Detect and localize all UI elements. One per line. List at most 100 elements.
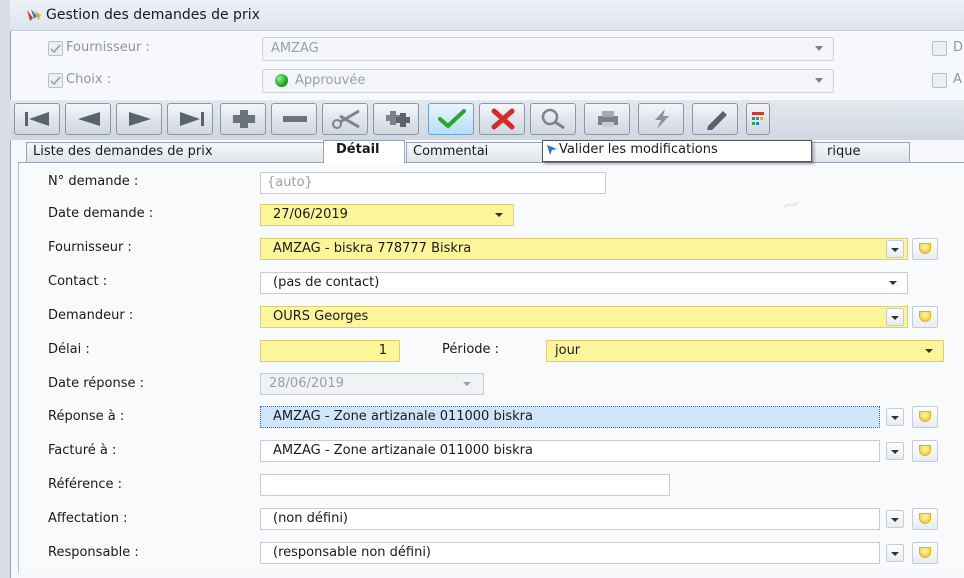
choix-filter-label: Choix : (66, 72, 112, 87)
remove-button[interactable] (271, 103, 317, 135)
fournisseur-combo[interactable]: AMZAG - biskra 778777 Biskra (260, 238, 908, 260)
cut-button[interactable] (322, 103, 368, 135)
lookup-icon (919, 311, 931, 322)
approved-status-icon (275, 74, 288, 87)
last-record-button[interactable] (167, 103, 213, 135)
fournisseur-lookup-button[interactable] (912, 238, 938, 260)
demandeur-combo[interactable]: OURS Georges (260, 306, 908, 328)
chevron-down-icon (891, 416, 899, 420)
tab-bar: Liste des demandes de prix Détail Commen… (14, 140, 964, 163)
responsable-value: (responsable non défini) (273, 545, 432, 560)
fournisseur-value: AMZAG - biskra 778777 Biskra (273, 241, 472, 256)
num-demande-input[interactable]: {auto} (260, 172, 606, 194)
edit-button[interactable] (692, 103, 738, 135)
cancel-button[interactable] (479, 103, 525, 135)
fournisseur-filter-label: Fournisseur : (66, 40, 150, 55)
lightning-icon (655, 109, 669, 129)
demandeur-lookup-button[interactable] (912, 306, 938, 328)
previous-record-button[interactable] (65, 103, 111, 135)
tab-commentaires[interactable]: Commentai (406, 142, 546, 162)
duplicate-button[interactable] (373, 103, 419, 135)
affectation-lookup-button[interactable] (912, 508, 938, 530)
delai-input[interactable]: 1 (260, 340, 400, 362)
date-demande-value: 27/06/2019 (273, 207, 348, 222)
chevron-down-icon (891, 316, 899, 320)
periode-label: Période : (442, 342, 500, 357)
affectation-dropdown-button[interactable] (886, 510, 904, 528)
responsable-combo[interactable]: (responsable non défini) (260, 542, 880, 564)
fournisseur-label: Fournisseur : (48, 240, 132, 255)
check-icon (50, 44, 61, 54)
duplicate-icon (386, 111, 410, 127)
first-record-button[interactable] (14, 103, 60, 135)
flash-button[interactable] (638, 103, 684, 135)
periode-combo[interactable]: jour (546, 340, 944, 362)
contact-combo[interactable]: (pas de contact) (260, 272, 908, 294)
reponse-a-dropdown-button[interactable] (886, 408, 904, 426)
contact-value: (pas de contact) (273, 275, 380, 290)
minus-icon (283, 116, 307, 122)
tooltip-text: Valider les modifications (559, 142, 718, 157)
fournisseur-dropdown-button[interactable] (886, 240, 904, 258)
facture-a-value: AMZAG - Zone artizanale 011000 biskra (273, 443, 533, 458)
tab-detail[interactable]: Détail (323, 140, 405, 163)
grid-button[interactable] (746, 103, 770, 135)
cross-icon (491, 108, 515, 130)
responsable-label: Responsable : (48, 545, 139, 560)
affectation-combo[interactable]: (non défini) (260, 508, 880, 530)
choix-filter-combo[interactable]: Approuvée (262, 69, 834, 93)
facture-a-lookup-button[interactable] (912, 440, 938, 462)
lookup-icon (919, 513, 931, 524)
responsable-dropdown-button[interactable] (886, 544, 904, 562)
facture-a-combo[interactable]: AMZAG - Zone artizanale 011000 biskra (260, 440, 880, 462)
lookup-icon (919, 411, 931, 422)
fournisseur-filter-combo[interactable]: AMZAG (262, 37, 834, 61)
right-filter-checkbox-1[interactable] (932, 41, 947, 56)
first-icon (25, 112, 49, 126)
previous-icon (78, 112, 100, 126)
num-demande-value: {auto} (267, 175, 313, 190)
chevron-down-icon (891, 450, 899, 454)
checkmark-icon (438, 109, 466, 129)
reponse-a-lookup-button[interactable] (912, 406, 938, 428)
demandeur-label: Demandeur : (48, 308, 134, 323)
chevron-down-icon (891, 518, 899, 522)
search-button[interactable] (530, 103, 576, 135)
lookup-icon (919, 445, 931, 456)
next-icon (129, 112, 151, 126)
delai-label: Délai : (48, 342, 90, 357)
tab-historique[interactable]: rique (810, 142, 910, 162)
facture-a-label: Facturé à : (48, 443, 117, 458)
choix-filter-checkbox[interactable] (48, 73, 63, 88)
right-filter-checkbox-2[interactable] (932, 73, 947, 88)
add-button[interactable] (220, 103, 266, 135)
print-button[interactable] (584, 103, 630, 135)
fournisseur-filter-checkbox[interactable] (48, 41, 63, 56)
num-demande-label: N° demande : (48, 174, 139, 189)
affectation-value: (non défini) (273, 511, 348, 526)
right-filter-label-1: D (953, 40, 964, 55)
fournisseur-filter-value: AMZAG (271, 41, 319, 56)
validate-button[interactable] (428, 103, 474, 135)
contact-label: Contact : (48, 274, 108, 289)
responsable-lookup-button[interactable] (912, 542, 938, 564)
next-record-button[interactable] (116, 103, 162, 135)
periode-value: jour (555, 343, 581, 358)
pointer-icon (547, 145, 557, 155)
date-reponse-picker[interactable]: 28/06/2019 (260, 373, 484, 395)
plus-icon (233, 110, 255, 128)
pencil-icon (707, 111, 727, 130)
validate-tooltip: Valider les modifications (542, 140, 812, 162)
reference-input[interactable] (260, 474, 670, 496)
tab-liste-demandes[interactable]: Liste des demandes de prix (26, 142, 326, 162)
chevron-down-icon (815, 78, 823, 83)
reponse-a-combo[interactable]: AMZAG - Zone artizanale 011000 biskra (260, 406, 880, 428)
affectation-label: Affectation : (48, 511, 128, 526)
date-demande-label: Date demande : (48, 206, 154, 221)
left-border (0, 0, 10, 578)
demandeur-dropdown-button[interactable] (886, 308, 904, 326)
date-demande-picker[interactable]: 27/06/2019 (260, 204, 514, 226)
grid-icon (752, 112, 764, 125)
reference-label: Référence : (48, 477, 122, 492)
facture-a-dropdown-button[interactable] (886, 442, 904, 460)
